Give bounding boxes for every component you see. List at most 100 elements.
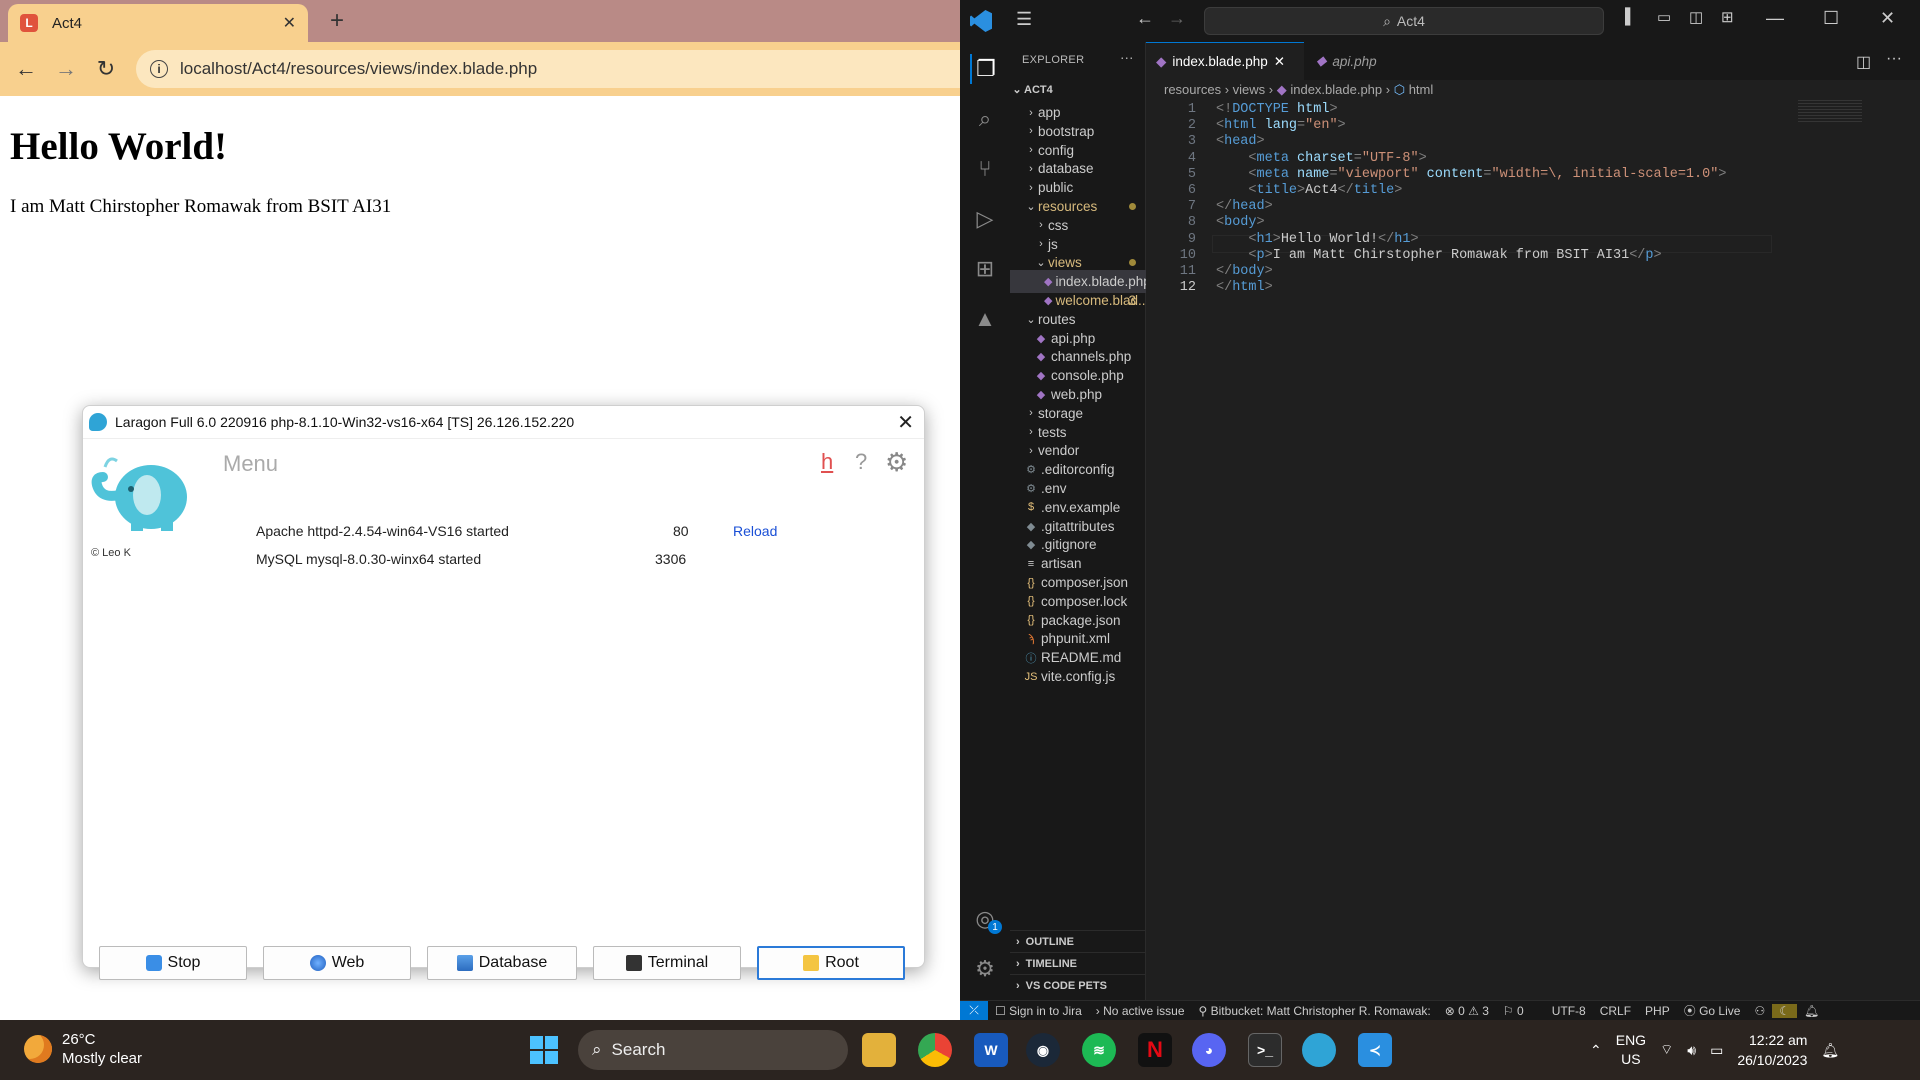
browser-tab[interactable]: L Act4 ✕ — [8, 4, 308, 42]
root-button[interactable]: Root — [757, 946, 905, 980]
elephant-logo-icon — [91, 457, 187, 531]
wifi-icon[interactable]: ⌔ — [1660, 1041, 1673, 1059]
back-arrow-icon[interactable]: ← — [10, 53, 42, 85]
minimap[interactable] — [1798, 100, 1862, 122]
close-tab-icon[interactable]: ✕ — [1274, 54, 1285, 70]
close-window-icon[interactable]: ✕ — [1880, 8, 1895, 29]
search-icon[interactable]: ⌕ — [970, 104, 1000, 134]
more-actions-icon[interactable]: ··· — [1120, 50, 1134, 65]
jira-signin[interactable]: ☐ Sign in to Jira — [988, 1004, 1089, 1018]
atlassian-icon[interactable]: ▲ — [970, 304, 1000, 334]
minimize-icon[interactable]: — — [1766, 8, 1784, 29]
timeline-panel[interactable]: › TIMELINE — [1010, 952, 1146, 974]
project-root[interactable]: ⌄ ACT4 — [1010, 78, 1146, 101]
site-info-icon[interactable]: i — [150, 60, 168, 78]
clock[interactable]: 12:22 am 26/10/2023 — [1737, 1030, 1807, 1070]
language-indicator[interactable]: ENG US — [1616, 1031, 1646, 1069]
close-icon[interactable]: ✕ — [897, 410, 914, 435]
breadcrumb-item[interactable]: html — [1409, 82, 1434, 97]
golive-status[interactable]: ⦿ Go Live — [1677, 1002, 1748, 1019]
chrome-icon[interactable] — [918, 1033, 952, 1067]
toggle-sidebar-icon[interactable]: ▌ — [1625, 8, 1636, 25]
breadcrumb-item[interactable]: views — [1233, 82, 1266, 97]
help-button[interactable]: ? — [855, 449, 867, 475]
breadcrumb-item[interactable]: index.blade.php — [1290, 82, 1382, 97]
menu-button[interactable]: Menu — [223, 451, 278, 477]
notifications-bell-icon[interactable]: 🔔︎ — [1821, 1042, 1839, 1059]
remote-icon[interactable]: ⤫ — [960, 1000, 988, 1021]
laragon-icon[interactable] — [1302, 1033, 1336, 1067]
bitbucket-status[interactable]: ⚲ Bitbucket: Matt Christopher R. Romawak… — [1192, 1004, 1438, 1018]
breadcrumb-item[interactable]: resources — [1164, 82, 1221, 97]
encoding-status[interactable]: UTF-8 — [1545, 1004, 1593, 1018]
region-code: US — [1621, 1051, 1641, 1067]
h-link[interactable]: h — [821, 449, 833, 475]
ports-status[interactable]: ⚐ 0 — [1496, 1004, 1531, 1018]
manage-gear-icon[interactable]: ⚙ — [970, 954, 1000, 984]
code-line: <meta name="viewport" content="width=\, … — [1216, 166, 1727, 182]
toggle-secondary-sidebar-icon[interactable]: ◫ — [1689, 8, 1703, 26]
weather-widget[interactable]: 26°C Mostly clear — [24, 1030, 142, 1068]
line-number: 5 — [1187, 166, 1196, 182]
chevron-right-icon: › — [1016, 935, 1020, 948]
more-actions-icon[interactable]: ··· — [1886, 50, 1902, 68]
start-windows-icon[interactable] — [530, 1036, 558, 1064]
weather-moon-icon — [24, 1035, 52, 1063]
tab-index-blade[interactable]: ◆ index.blade.php ✕ — [1146, 42, 1304, 80]
back-arrow-icon[interactable]: ← — [1136, 8, 1154, 29]
reload-icon[interactable]: ↻ — [90, 53, 122, 85]
volume-icon[interactable]: 🔊︎ — [1687, 1042, 1696, 1059]
address-bar[interactable]: i localhost/Act4/resources/views/index.b… — [136, 50, 966, 88]
file-explorer-icon[interactable] — [862, 1033, 896, 1067]
split-editor-icon[interactable]: ◫ — [1856, 52, 1871, 72]
battery-icon[interactable]: ▭ — [1710, 1042, 1723, 1059]
chevron-right-icon: › — [1029, 125, 1033, 138]
command-search-input[interactable]: ⌕ Act4 — [1204, 7, 1604, 35]
steam-icon[interactable]: ◉ — [1026, 1033, 1060, 1067]
toggle-panel-icon[interactable]: ▭ — [1657, 8, 1671, 26]
gear-icon[interactable]: ⚙ — [885, 447, 908, 478]
eol-status[interactable]: CRLF — [1593, 1004, 1638, 1018]
vscode-pets-panel[interactable]: › VS CODE PETS — [1010, 974, 1146, 996]
tree-item-label: resources — [1038, 199, 1098, 214]
maximize-icon[interactable]: ☐ — [1823, 8, 1839, 29]
word-icon[interactable]: W — [974, 1033, 1008, 1067]
run-debug-icon[interactable]: ▷ — [970, 204, 1000, 234]
close-tab-icon[interactable]: ✕ — [283, 13, 296, 33]
customize-layout-icon[interactable]: ⊞ — [1721, 8, 1734, 26]
active-issue[interactable]: › No active issue — [1089, 1004, 1192, 1018]
terminal-button[interactable]: Terminal — [593, 946, 741, 980]
explorer-icon[interactable]: ❐ — [970, 54, 1000, 84]
feedback-icon[interactable]: ⚇ — [1747, 1004, 1772, 1018]
tree-item-label: vite.config.js — [1041, 669, 1116, 684]
chevron-up-icon[interactable]: ⌃ — [1590, 1042, 1602, 1059]
netflix-icon[interactable]: N — [1138, 1033, 1172, 1067]
spotify-icon[interactable]: ≋ — [1082, 1033, 1116, 1067]
extensions-icon[interactable]: ⊞ — [970, 254, 1000, 284]
pets-moon-icon[interactable]: ☾ — [1772, 1003, 1797, 1018]
outline-panel[interactable]: › OUTLINE — [1010, 930, 1146, 952]
tab-api-php[interactable]: ◆ api.php — [1306, 42, 1406, 80]
problems-status[interactable]: ⊗ 0 ⚠ 3 — [1438, 1004, 1496, 1018]
reload-link[interactable]: Reload — [733, 523, 777, 539]
weather-condition: Mostly clear — [62, 1050, 143, 1067]
stop-button[interactable]: Stop — [99, 946, 247, 980]
discord-icon[interactable]: ◕ — [1192, 1033, 1226, 1067]
new-tab-button[interactable]: + — [322, 6, 352, 36]
tree-item-label: bootstrap — [1038, 123, 1095, 139]
source-control-icon[interactable]: ⑂ — [970, 154, 1000, 184]
language-status[interactable]: PHP — [1638, 1004, 1677, 1018]
accounts-icon[interactable]: ◎ 1 — [970, 904, 1002, 934]
line-number: 2 — [1187, 118, 1196, 134]
web-button[interactable]: Web — [263, 946, 411, 980]
line-number: 10 — [1179, 247, 1196, 263]
database-button[interactable]: Database — [427, 946, 577, 980]
tree-item[interactable]: JS vite.config.js — [1010, 665, 1146, 688]
taskbar-search[interactable]: ⌕ Search — [578, 1030, 848, 1070]
forward-arrow-icon[interactable]: → — [1168, 8, 1186, 29]
menu-hamburger-icon[interactable]: ☰ — [1016, 9, 1032, 30]
forward-arrow-icon[interactable]: → — [50, 53, 82, 85]
notifications-bell-icon[interactable]: 🔔︎ — [1797, 1004, 1826, 1018]
terminal-icon[interactable]: >_ — [1248, 1033, 1282, 1067]
vscode-icon[interactable]: ≺ — [1358, 1033, 1392, 1067]
